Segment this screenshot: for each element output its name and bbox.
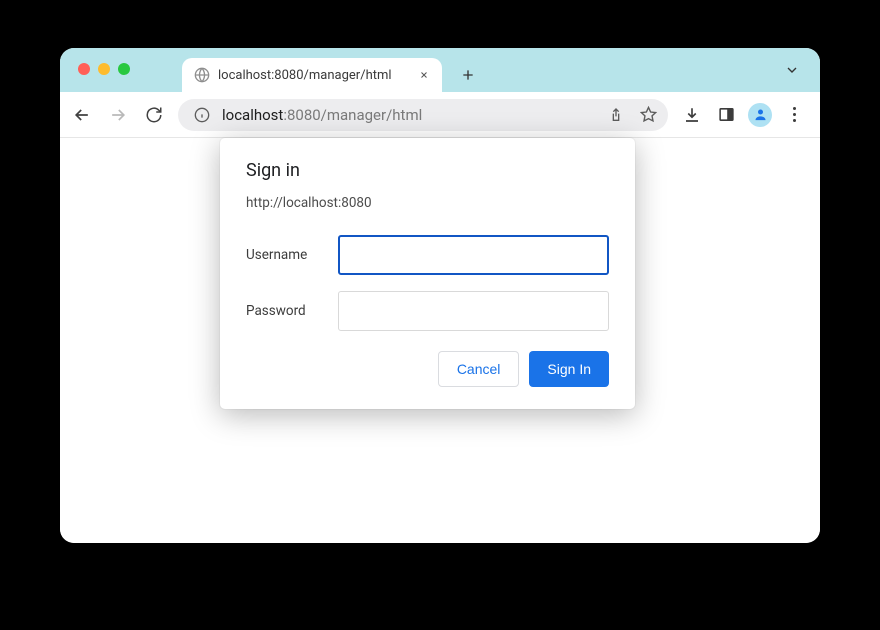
globe-icon	[194, 67, 210, 83]
reload-button[interactable]	[138, 99, 170, 131]
tab-bar: localhost:8080/manager/html	[60, 48, 820, 92]
menu-kebab-icon[interactable]	[778, 99, 810, 131]
dialog-origin: http://localhost:8080	[246, 195, 609, 211]
username-row: Username	[246, 235, 609, 275]
url-host: localhost	[222, 106, 283, 124]
toolbar: localhost:8080/manager/html	[60, 92, 820, 138]
password-label: Password	[246, 303, 324, 319]
tab-title: localhost:8080/manager/html	[218, 68, 392, 83]
url-path: :8080/manager/html	[283, 106, 422, 124]
url-text: localhost:8080/manager/html	[222, 106, 596, 124]
new-tab-button[interactable]	[454, 64, 482, 86]
back-button[interactable]	[66, 99, 98, 131]
auth-dialog: Sign in http://localhost:8080 Username P…	[220, 138, 635, 409]
password-input[interactable]	[338, 291, 609, 331]
forward-button[interactable]	[102, 99, 134, 131]
window-maximize-button[interactable]	[118, 63, 130, 75]
downloads-icon[interactable]	[676, 99, 708, 131]
toolbar-right	[676, 99, 810, 131]
password-row: Password	[246, 291, 609, 331]
window-minimize-button[interactable]	[98, 63, 110, 75]
tab-overflow-button[interactable]	[784, 62, 800, 82]
bookmark-star-icon[interactable]	[636, 106, 660, 123]
window-close-button[interactable]	[78, 63, 90, 75]
dialog-actions: Cancel Sign In	[246, 351, 609, 387]
share-icon[interactable]	[604, 107, 628, 123]
side-panel-icon[interactable]	[710, 99, 742, 131]
username-label: Username	[246, 247, 324, 263]
dialog-title: Sign in	[246, 160, 609, 181]
browser-window: localhost:8080/manager/html localhos	[60, 48, 820, 543]
cancel-button[interactable]: Cancel	[438, 351, 520, 387]
browser-tab[interactable]: localhost:8080/manager/html	[182, 58, 442, 92]
signin-button[interactable]: Sign In	[529, 351, 609, 387]
page-content: Sign in http://localhost:8080 Username P…	[60, 138, 820, 543]
site-info-icon[interactable]	[190, 107, 214, 123]
traffic-lights	[78, 63, 130, 75]
profile-avatar[interactable]	[744, 99, 776, 131]
tab-close-icon[interactable]	[416, 67, 432, 83]
username-input[interactable]	[338, 235, 609, 275]
address-bar[interactable]: localhost:8080/manager/html	[178, 99, 668, 131]
